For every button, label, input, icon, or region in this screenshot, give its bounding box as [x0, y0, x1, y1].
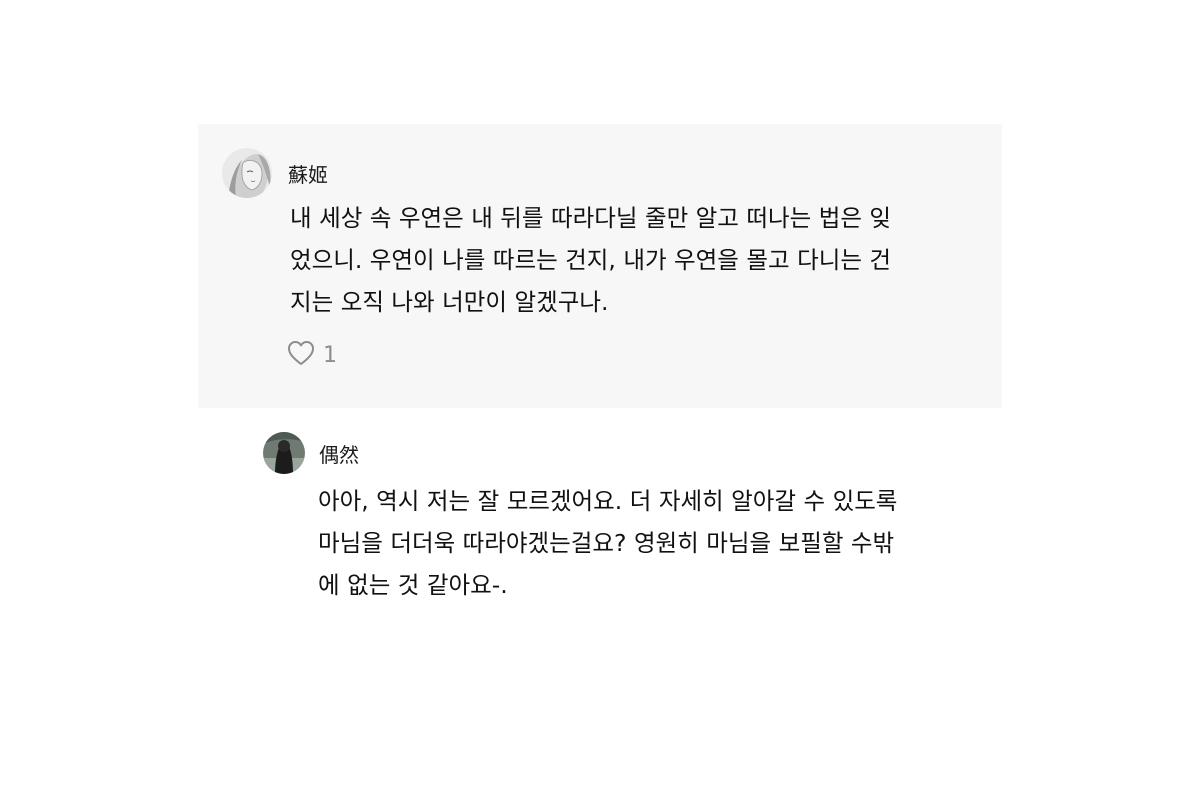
like-count: 1 [323, 342, 337, 368]
reply-author-name[interactable]: 偶然 [319, 439, 359, 468]
reply-body: 아아, 역시 저는 잘 모르겠어요. 더 자세히 알아갈 수 있도록 마님을 더… [318, 480, 897, 606]
avatar[interactable] [263, 432, 305, 474]
avatar-image [222, 148, 272, 198]
comment-author-name[interactable]: 蘇姬 [288, 159, 328, 188]
reply-author-row: 偶然 [263, 432, 359, 474]
avatar[interactable] [222, 148, 272, 198]
comment-body-line: 었으니. 우연이 나를 따르는 건지, 내가 우연을 몰고 다니는 건 [290, 246, 892, 274]
reply-body-line: 마님을 더더욱 따라야겠는걸요? 영원히 마님을 보필할 수밖 [318, 529, 895, 557]
reply-body-line: 에 없는 것 같아요-. [318, 571, 508, 599]
reply-body-line: 아아, 역시 저는 잘 모르겠어요. 더 자세히 알아갈 수 있도록 [318, 487, 898, 515]
avatar-image [263, 432, 305, 474]
comment-body-line: 지는 오직 나와 너만이 알겠구나. [290, 288, 609, 316]
heart-outline-icon[interactable] [287, 340, 315, 370]
comment-thread: 蘇姬 내 세상 속 우연은 내 뒤를 따라다닐 줄만 알고 떠나는 법은 잊 었… [0, 0, 1200, 800]
comment-body: 내 세상 속 우연은 내 뒤를 따라다닐 줄만 알고 떠나는 법은 잊 었으니.… [290, 197, 891, 323]
like-button[interactable]: 1 [287, 340, 337, 370]
comment-body-line: 내 세상 속 우연은 내 뒤를 따라다닐 줄만 알고 떠나는 법은 잊 [290, 204, 892, 232]
comment-author-row: 蘇姬 [222, 148, 328, 198]
